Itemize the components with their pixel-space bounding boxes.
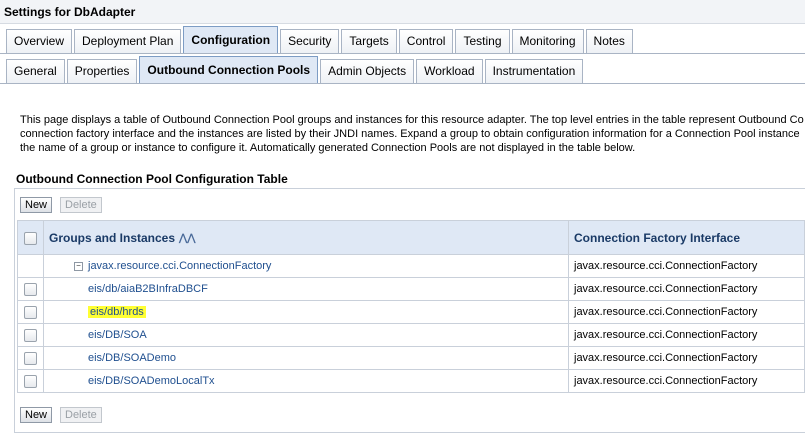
instance-name-cell: eis/db/hrds xyxy=(43,300,569,324)
subtab-divider xyxy=(0,83,805,84)
page-description: This page displays a table of Outbound C… xyxy=(20,113,805,155)
connection-pool-table: Groups and Instances ⋀⋀ Connection Factor… xyxy=(17,220,805,393)
tab-control[interactable]: Control xyxy=(398,29,454,53)
row-select-cell xyxy=(17,300,44,324)
table-row: eis/DB/SOA javax.resource.cci.Connection… xyxy=(17,323,805,347)
delete-button-bottom: Delete xyxy=(60,407,102,423)
subtab-workload[interactable]: Workload xyxy=(416,59,483,83)
row-checkbox[interactable] xyxy=(24,351,37,365)
row-checkbox[interactable] xyxy=(24,282,37,296)
tab-deployment-plan[interactable]: Deployment Plan xyxy=(74,29,182,53)
select-all-cell xyxy=(17,220,44,255)
instance-name-cell: eis/DB/SOADemoLocalTx xyxy=(43,369,569,393)
subtab-instrumentation[interactable]: Instrumentation xyxy=(484,59,584,83)
tab-security[interactable]: Security xyxy=(280,29,340,53)
group-link[interactable]: javax.resource.cci.ConnectionFactory xyxy=(88,260,271,272)
interface-header[interactable]: Connection Factory Interface xyxy=(568,220,805,255)
table-header-row: Groups and Instances ⋀⋀ Connection Factor… xyxy=(17,220,805,255)
tab-monitoring[interactable]: Monitoring xyxy=(511,29,584,53)
instance-link[interactable]: eis/db/aiaB2BInfraDBCF xyxy=(88,283,208,295)
select-all-checkbox[interactable] xyxy=(24,231,37,245)
table-row: eis/db/hrds javax.resource.cci.Connectio… xyxy=(17,300,805,324)
instance-name-cell: eis/DB/SOADemo xyxy=(43,346,569,370)
delete-button: Delete xyxy=(60,197,102,213)
group-name-cell: − javax.resource.cci.ConnectionFactory xyxy=(43,254,569,278)
row-checkbox[interactable] xyxy=(24,374,37,388)
subtab-outbound-connection-pools[interactable]: Outbound Connection Pools xyxy=(139,56,319,83)
instance-name-cell: eis/DB/SOA xyxy=(43,323,569,347)
table-row: eis/DB/SOADemo javax.resource.cci.Connec… xyxy=(17,346,805,370)
tab-testing[interactable]: Testing xyxy=(455,29,510,53)
subtab-general[interactable]: General xyxy=(6,59,65,83)
groups-header[interactable]: Groups and Instances ⋀⋀ xyxy=(43,220,569,255)
row-select-cell xyxy=(17,369,44,393)
row-checkbox[interactable] xyxy=(24,305,37,319)
group-row: − javax.resource.cci.ConnectionFactory ja… xyxy=(17,254,805,278)
instance-name-cell: eis/db/aiaB2BInfraDBCF xyxy=(43,277,569,301)
groups-header-label: Groups and Instances xyxy=(49,230,176,245)
sort-ascending-icon[interactable]: ⋀⋀ xyxy=(179,233,195,244)
instance-interface-cell: javax.resource.cci.ConnectionFactory xyxy=(568,277,805,301)
new-button[interactable]: New xyxy=(20,197,53,213)
row-checkbox[interactable] xyxy=(24,328,37,342)
instance-interface-cell: javax.resource.cci.ConnectionFactory xyxy=(568,369,805,393)
collapse-icon[interactable]: − xyxy=(74,261,83,271)
description-line: connection factory interface and the ins… xyxy=(20,128,800,140)
page-title: Settings for DbAdapter xyxy=(0,0,805,24)
row-select-cell xyxy=(17,277,44,301)
tab-divider xyxy=(0,53,805,54)
new-button-bottom[interactable]: New xyxy=(20,407,53,423)
instance-interface-cell: javax.resource.cci.ConnectionFactory xyxy=(568,346,805,370)
instance-link[interactable]: eis/DB/SOADemo xyxy=(88,352,176,364)
table-title: Outbound Connection Pool Configuration T… xyxy=(16,172,288,186)
tab-overview[interactable]: Overview xyxy=(6,29,73,53)
group-select-cell xyxy=(17,254,44,278)
tab-targets[interactable]: Targets xyxy=(341,29,397,53)
secondary-tabs: General Properties Outbound Connection P… xyxy=(6,56,585,83)
subtab-properties[interactable]: Properties xyxy=(66,59,138,83)
table-row: eis/DB/SOADemoLocalTx javax.resource.cci… xyxy=(17,369,805,393)
group-interface-cell: javax.resource.cci.ConnectionFactory xyxy=(568,254,805,278)
interface-header-label: Connection Factory Interface xyxy=(574,230,741,245)
instance-interface-cell: javax.resource.cci.ConnectionFactory xyxy=(568,300,805,324)
instance-link[interactable]: eis/DB/SOADemoLocalTx xyxy=(88,375,215,387)
tab-configuration[interactable]: Configuration xyxy=(183,26,279,53)
instance-link-highlighted[interactable]: eis/db/hrds xyxy=(88,306,146,318)
instance-link[interactable]: eis/DB/SOA xyxy=(88,329,147,341)
description-line: This page displays a table of Outbound C… xyxy=(20,114,804,126)
primary-tabs: Overview Deployment Plan Configuration S… xyxy=(6,26,635,53)
subtab-admin-objects[interactable]: Admin Objects xyxy=(320,59,415,83)
instance-interface-cell: javax.resource.cci.ConnectionFactory xyxy=(568,323,805,347)
row-select-cell xyxy=(17,323,44,347)
row-select-cell xyxy=(17,346,44,370)
description-line: the name of a group or instance to confi… xyxy=(20,142,636,154)
tab-notes[interactable]: Notes xyxy=(585,29,633,53)
table-row: eis/db/aiaB2BInfraDBCF javax.resource.cc… xyxy=(17,277,805,301)
